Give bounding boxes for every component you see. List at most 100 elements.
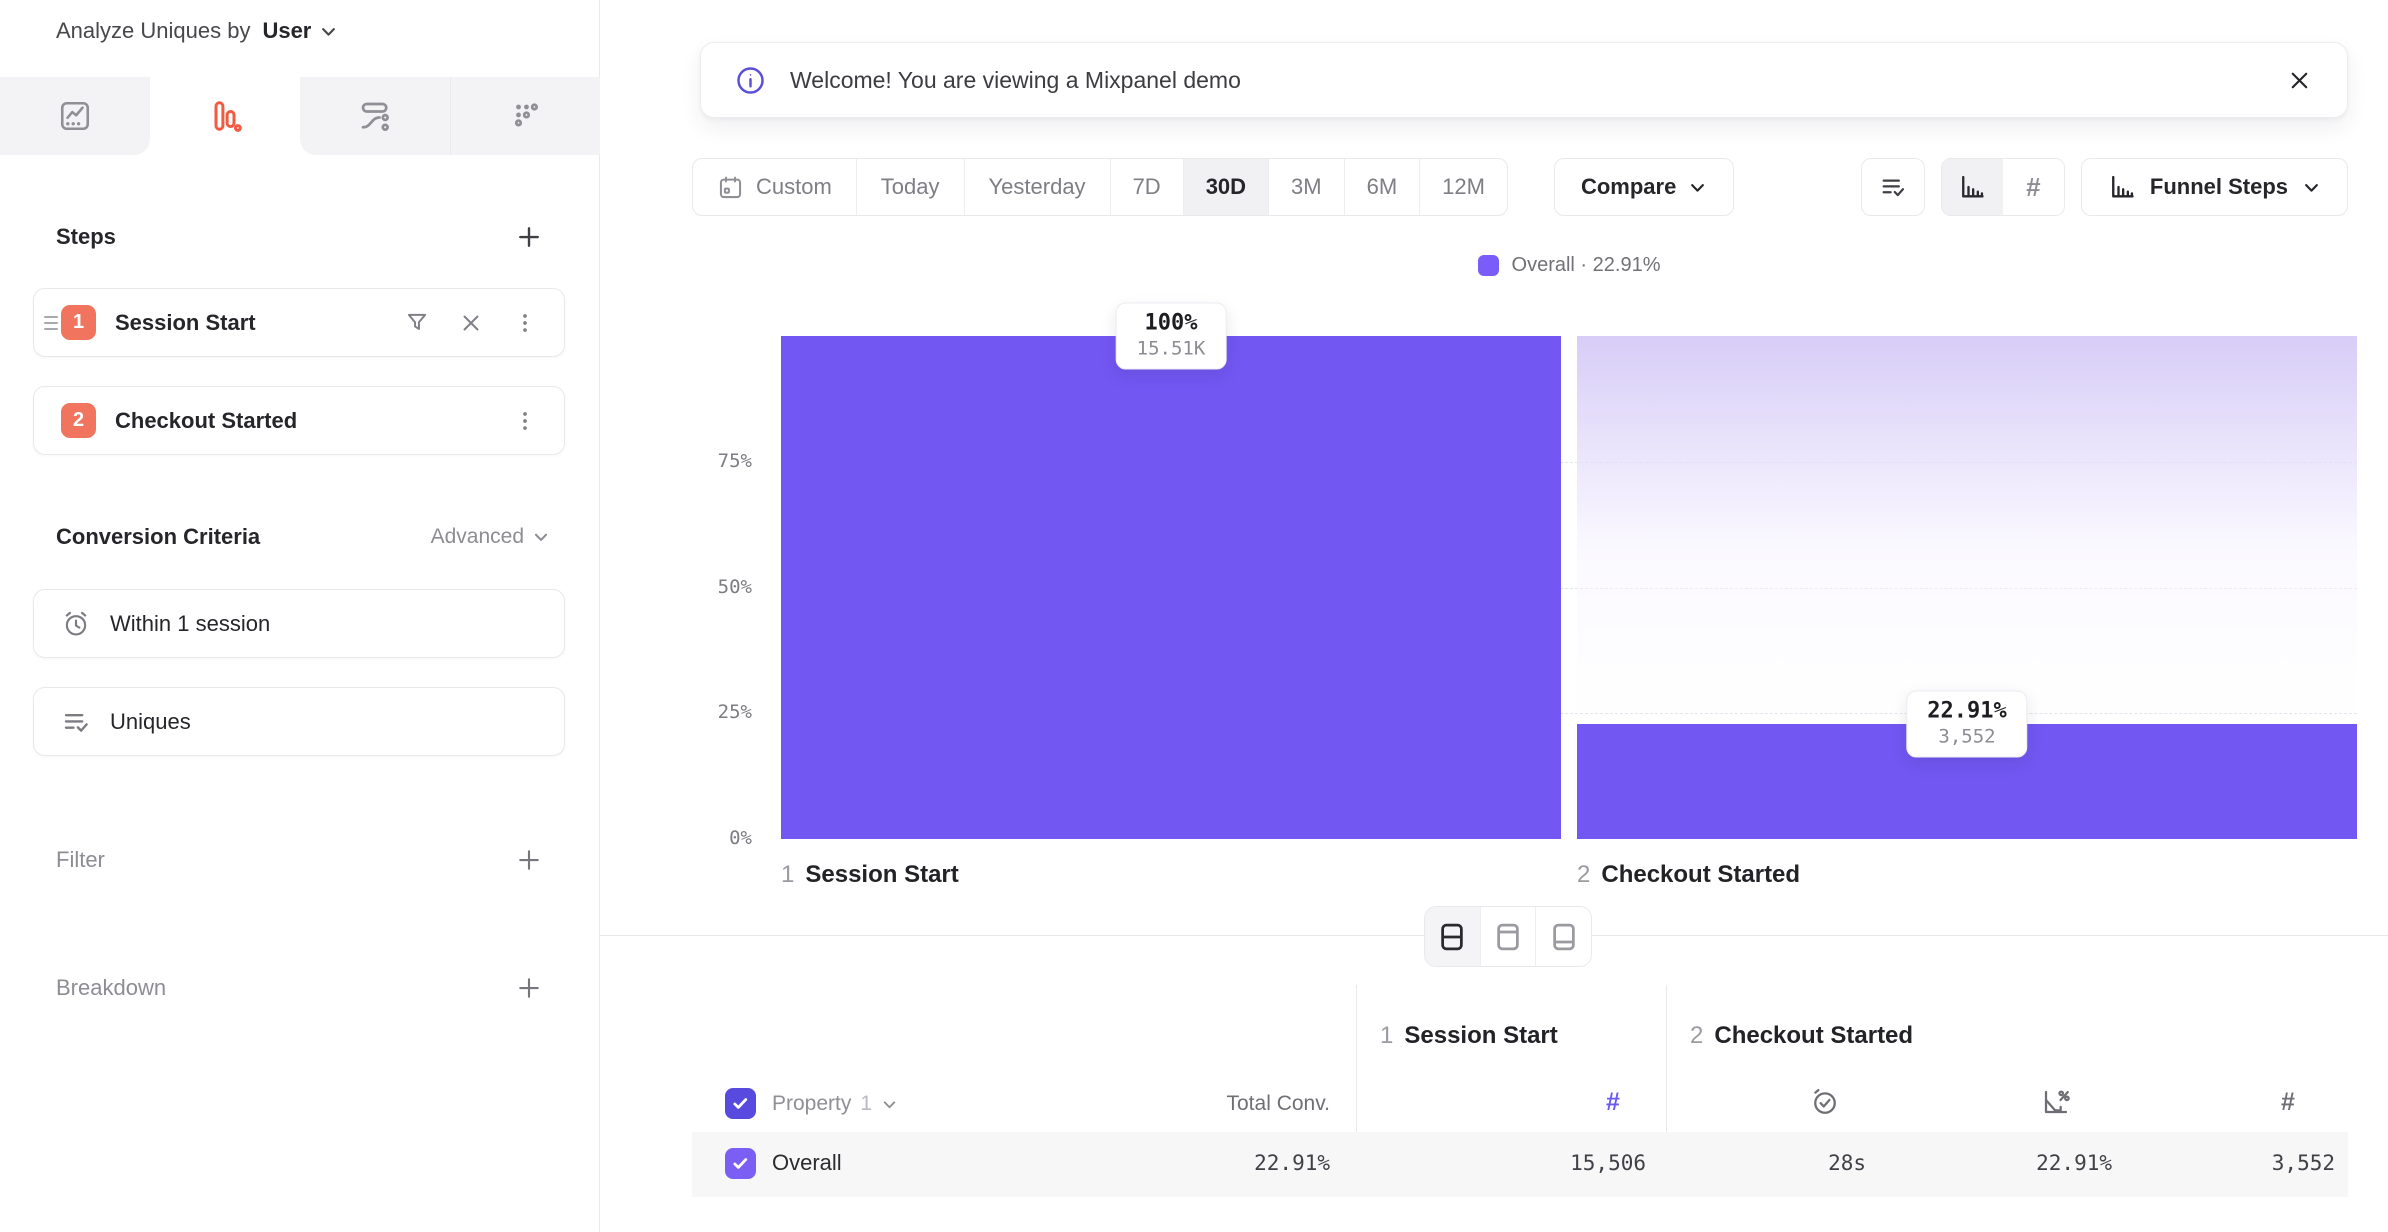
- bar-segment: [781, 336, 1561, 839]
- info-icon: [735, 65, 766, 96]
- date-range-control: Custom Today Yesterday 7D 30D 3M 6M 12M: [692, 158, 1508, 216]
- bar-chart-toggle[interactable]: [1942, 159, 2003, 215]
- list-check-icon: [1879, 173, 1907, 201]
- analyze-uniques-row: Analyze Uniques by User: [56, 18, 338, 44]
- date-range-3m[interactable]: 3M: [1268, 159, 1344, 215]
- layout-bottom-icon: [1549, 922, 1579, 952]
- bar-tooltip: 100% 15.51K: [1116, 303, 1227, 370]
- funnel-steps-dropdown[interactable]: Funnel Steps: [2081, 158, 2348, 216]
- legend-label: Overall · 22.91%: [1512, 254, 1661, 277]
- step-number-badge: 1: [61, 305, 96, 340]
- date-range-7d[interactable]: 7D: [1110, 159, 1183, 215]
- funnel-bars-icon: [207, 98, 243, 134]
- compare-button[interactable]: Compare: [1554, 158, 1734, 216]
- close-icon: [2286, 67, 2313, 94]
- add-breakdown-button[interactable]: [514, 973, 544, 1003]
- hash-icon: #: [2026, 172, 2040, 203]
- date-range-custom[interactable]: Custom: [693, 159, 856, 215]
- panel-layout-toggle: [1424, 906, 1592, 967]
- date-range-30d[interactable]: 30D: [1183, 159, 1268, 215]
- total-conv-header[interactable]: Total Conv.: [1130, 1092, 1330, 1116]
- layout-chart-only-button[interactable]: [1480, 907, 1536, 966]
- conversion-criteria-title: Conversion Criteria: [56, 524, 260, 550]
- layout-top-icon: [1493, 922, 1523, 952]
- conversion-window-card[interactable]: Within 1 session: [33, 589, 565, 658]
- cell-conv-rate: 22.91%: [1912, 1151, 2112, 1175]
- layout-split-button[interactable]: [1425, 907, 1480, 966]
- breakdown-section-row: Breakdown: [56, 973, 544, 1003]
- remove-step-button[interactable]: [458, 310, 484, 336]
- x-axis-label-checkout-started: 2 Checkout Started: [1577, 861, 1800, 889]
- alarm-clock-icon: [61, 609, 91, 639]
- row-checkbox[interactable]: [725, 1148, 756, 1179]
- y-axis-tick: 0%: [640, 827, 752, 849]
- date-range-yesterday[interactable]: Yesterday: [964, 159, 1110, 215]
- step-menu-button[interactable]: [512, 310, 538, 336]
- chevron-down-icon: [532, 528, 550, 546]
- check-icon: [730, 1153, 751, 1174]
- chevron-down-icon[interactable]: [319, 22, 338, 41]
- table-group-checkout-started: 2 Checkout Started: [1690, 1022, 1913, 1050]
- add-step-button[interactable]: [514, 222, 544, 252]
- layout-table-only-button[interactable]: [1535, 907, 1591, 966]
- property-dropdown[interactable]: Property 1: [772, 1092, 898, 1116]
- filter-step-button[interactable]: [404, 310, 430, 336]
- step-card-checkout-started[interactable]: 2 Checkout Started: [33, 386, 565, 455]
- plus-icon: [514, 973, 544, 1003]
- bar-chart-icon: [1958, 173, 1986, 201]
- cell-count: 3,552: [2135, 1151, 2335, 1175]
- avg-time-metric-icon[interactable]: [1805, 1086, 1845, 1118]
- date-range-6m[interactable]: 6M: [1344, 159, 1420, 215]
- table-group-session-start: 1 Session Start: [1380, 1022, 1558, 1050]
- cell-avg-time: 28s: [1666, 1151, 1866, 1175]
- count-metric-icon[interactable]: #: [1593, 1088, 1633, 1117]
- banner-message: Welcome! You are viewing a Mixpanel demo: [790, 67, 2286, 94]
- funnel-chart: 100% 15.51K 22.91% 3,552: [781, 336, 2357, 839]
- flows-icon: [357, 98, 393, 134]
- y-axis-tick: 25%: [640, 701, 752, 723]
- step-name: Checkout Started: [115, 408, 512, 434]
- tab-funnels[interactable]: [150, 77, 300, 155]
- counting-method-card[interactable]: Uniques: [33, 687, 565, 756]
- close-icon: [458, 310, 484, 336]
- list-check-icon: [61, 707, 91, 737]
- chevron-down-icon: [881, 1096, 898, 1113]
- filter-funnel-icon: [404, 310, 430, 336]
- cell-total-conv: 22.91%: [1130, 1151, 1330, 1175]
- date-range-today[interactable]: Today: [856, 159, 964, 215]
- analyze-by-value[interactable]: User: [262, 18, 311, 44]
- chart-legend[interactable]: Overall · 22.91%: [781, 254, 2357, 277]
- bar-chart-icon: [2108, 173, 2136, 201]
- add-filter-button[interactable]: [514, 845, 544, 875]
- insights-chart-icon: [57, 98, 93, 134]
- step-number-badge: 2: [61, 403, 96, 438]
- tab-retention[interactable]: [450, 77, 600, 155]
- funnel-bar-checkout-started[interactable]: 22.91% 3,552: [1577, 336, 2357, 839]
- breakdown-title: Breakdown: [56, 975, 166, 1001]
- uniques-toggle-button[interactable]: [1861, 158, 1925, 216]
- analyze-label: Analyze Uniques by: [56, 18, 250, 44]
- counting-method-label: Uniques: [110, 709, 191, 735]
- date-range-12m[interactable]: 12M: [1419, 159, 1507, 215]
- welcome-banner: Welcome! You are viewing a Mixpanel demo: [700, 42, 2348, 118]
- select-all-checkbox[interactable]: [725, 1088, 756, 1119]
- advanced-dropdown[interactable]: Advanced: [431, 525, 550, 549]
- tab-insights[interactable]: [0, 77, 150, 155]
- conversion-rate-metric-icon[interactable]: [2036, 1086, 2076, 1118]
- step-card-session-start[interactable]: 1 Session Start: [33, 288, 565, 357]
- banner-close-button[interactable]: [2286, 67, 2313, 94]
- tab-flows[interactable]: [300, 77, 450, 155]
- layout-split-icon: [1437, 922, 1467, 952]
- funnel-bar-session-start[interactable]: 100% 15.51K: [781, 336, 1561, 839]
- y-axis-tick: 50%: [640, 576, 752, 598]
- count-metric-icon[interactable]: #: [2268, 1088, 2308, 1117]
- step-menu-button[interactable]: [512, 408, 538, 434]
- query-builder-sidebar: Analyze Uniques by User: [0, 0, 600, 1232]
- filter-title: Filter: [56, 847, 105, 873]
- y-axis-tick: 75%: [640, 450, 752, 472]
- report-type-tabbar: [0, 77, 600, 155]
- cell-session-count: 15,506: [1446, 1151, 1646, 1175]
- x-axis-label-session-start: 1 Session Start: [781, 861, 959, 889]
- drag-handle-icon[interactable]: [44, 316, 58, 330]
- number-toggle[interactable]: #: [2003, 159, 2064, 215]
